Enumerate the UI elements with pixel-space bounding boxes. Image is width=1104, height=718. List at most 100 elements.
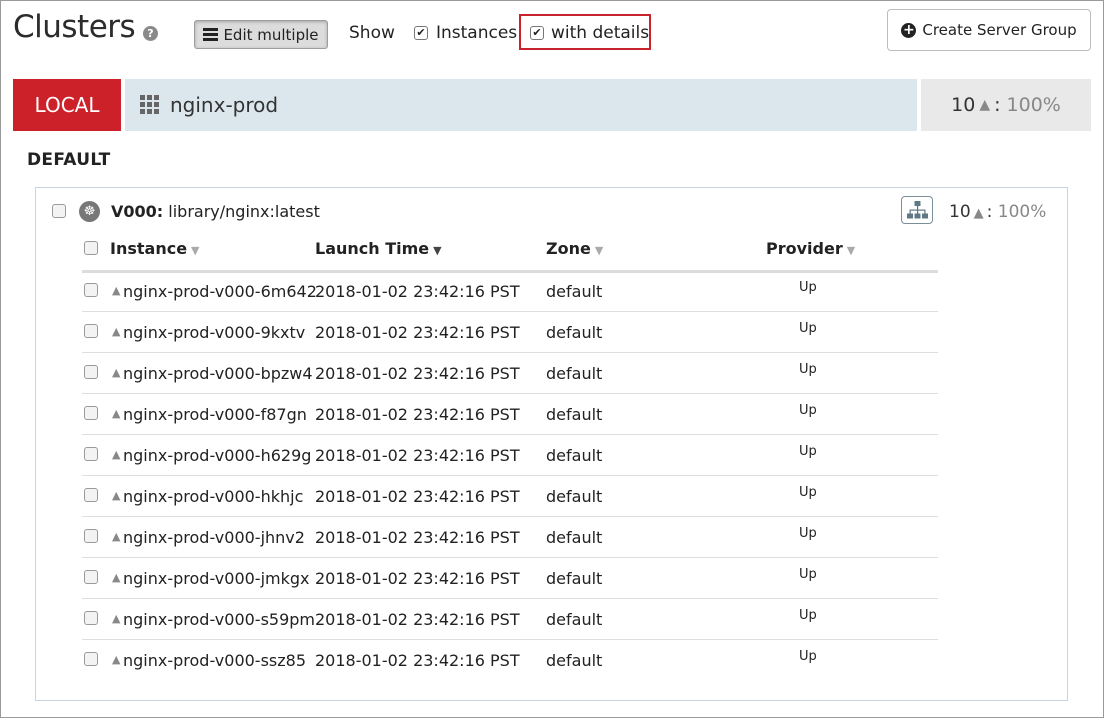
sort-icon: ▼: [433, 244, 442, 257]
up-triangle-icon: ▲: [112, 284, 121, 297]
row-checkbox[interactable]: [84, 488, 98, 502]
create-server-group-button[interactable]: + Create Server Group: [887, 9, 1091, 51]
table-row[interactable]: ▲ nginx-prod-v000-jhnv2 2018-01-02 23:42:1…: [82, 517, 938, 558]
launch-time: 2018-01-02 23:42:16 PST: [315, 446, 520, 465]
server-group-image: library/nginx:latest: [168, 202, 320, 221]
create-server-group-label: Create Server Group: [922, 21, 1077, 39]
column-zone[interactable]: Zone ▼: [546, 239, 603, 258]
up-triangle-icon: ▲: [112, 407, 121, 420]
instances-label: Instances: [436, 23, 518, 43]
row-checkbox[interactable]: [84, 529, 98, 543]
cluster-name: nginx-prod: [170, 93, 279, 117]
instances-table-header: Instance ▼ Launch Time ▼ Zone ▼ Provider ▼: [82, 236, 938, 273]
row-checkbox[interactable]: [84, 324, 98, 338]
row-checkbox[interactable]: [84, 447, 98, 461]
up-triangle-icon: ▲: [973, 206, 984, 221]
row-checkbox[interactable]: [84, 611, 98, 625]
instance-name[interactable]: nginx-prod-v000-jmkgx: [123, 569, 310, 588]
column-launch-time[interactable]: Launch Time ▼: [315, 239, 442, 258]
kubernetes-icon: ☸: [79, 201, 100, 222]
instance-name[interactable]: nginx-prod-v000-bpzw4: [123, 364, 313, 383]
provider-status: Up: [799, 362, 817, 377]
cluster-health[interactable]: 10 ▲ : 100%: [921, 79, 1091, 131]
row-checkbox[interactable]: [84, 406, 98, 420]
zone: default: [546, 446, 603, 465]
table-row[interactable]: ▲ nginx-prod-v000-s59pm 2018-01-02 23:42:1…: [82, 599, 938, 640]
instance-name[interactable]: nginx-prod-v000-jhnv2: [123, 528, 305, 547]
provider-status: Up: [799, 321, 817, 336]
zone: default: [546, 569, 603, 588]
region-label: DEFAULT: [27, 150, 111, 170]
up-triangle-icon: ▲: [112, 571, 121, 584]
table-row[interactable]: ▲ nginx-prod-v000-9kxtv 2018-01-02 23:42:1…: [82, 312, 938, 353]
load-balancer-icon[interactable]: [901, 196, 933, 224]
cluster-health-count: 10: [951, 94, 976, 116]
select-all-checkbox[interactable]: [84, 241, 98, 255]
edit-multiple-button[interactable]: Edit multiple: [194, 20, 328, 49]
sort-icon: ▼: [846, 244, 856, 257]
plus-circle-icon: +: [901, 21, 917, 38]
table-row[interactable]: ▲ nginx-prod-v000-f87gn 2018-01-02 23:42:1…: [82, 394, 938, 435]
launch-time: 2018-01-02 23:42:16 PST: [315, 610, 520, 629]
health-separator: :: [994, 94, 1007, 116]
row-checkbox[interactable]: [84, 652, 98, 666]
provider-status: Up: [799, 526, 817, 541]
zone: default: [546, 405, 603, 424]
launch-time: 2018-01-02 23:42:16 PST: [315, 282, 520, 301]
provider-status: Up: [799, 444, 817, 459]
with-details-checkbox[interactable]: ✔: [530, 26, 544, 40]
server-group-checkbox[interactable]: [52, 204, 66, 218]
column-provider[interactable]: Provider ▼: [766, 239, 855, 258]
instance-name[interactable]: nginx-prod-v000-f87gn: [123, 405, 307, 424]
table-row[interactable]: ▲ nginx-prod-v000-ssz85 2018-01-02 23:42:1…: [82, 640, 938, 680]
zone: default: [546, 282, 603, 301]
table-row[interactable]: ▲ nginx-prod-v000-h629g 2018-01-02 23:42:1…: [82, 435, 938, 476]
account-tag[interactable]: LOCAL: [13, 79, 121, 131]
provider-status: Up: [799, 485, 817, 500]
zone: default: [546, 364, 603, 383]
row-checkbox[interactable]: [84, 570, 98, 584]
sort-icon: ▼: [594, 244, 604, 257]
launch-time: 2018-01-02 23:42:16 PST: [315, 364, 520, 383]
launch-time: 2018-01-02 23:42:16 PST: [315, 405, 520, 424]
instance-name[interactable]: nginx-prod-v000-ssz85: [123, 651, 306, 670]
up-triangle-icon: ▲: [112, 489, 121, 502]
server-group-title[interactable]: V000: library/nginx:latest: [111, 202, 320, 221]
table-row[interactable]: ▲ nginx-prod-v000-jmkgx 2018-01-02 23:42:1…: [82, 558, 938, 599]
instances-checkbox[interactable]: ✔: [414, 26, 428, 40]
launch-time: 2018-01-02 23:42:16 PST: [315, 323, 520, 342]
provider-status: Up: [799, 403, 817, 418]
cluster-grid-icon: [140, 95, 160, 115]
provider-status: Up: [799, 280, 817, 295]
server-group-health-pct: 100%: [997, 202, 1047, 222]
instance-name[interactable]: nginx-prod-v000-hkhjc: [123, 487, 303, 506]
instance-name[interactable]: nginx-prod-v000-9kxtv: [123, 323, 305, 342]
health-separator: :: [986, 202, 998, 222]
zone: default: [546, 610, 603, 629]
sort-icon: ▼: [191, 244, 200, 257]
up-triangle-icon: ▲: [112, 448, 121, 461]
instance-name[interactable]: nginx-prod-v000-h629g: [123, 446, 311, 465]
table-row[interactable]: ▲ nginx-prod-v000-bpzw4 2018-01-02 23:42:1…: [82, 353, 938, 394]
edit-multiple-label: Edit multiple: [223, 25, 319, 44]
launch-time: 2018-01-02 23:42:16 PST: [315, 528, 520, 547]
column-instance[interactable]: Instance ▼: [110, 239, 200, 258]
up-triangle-icon: ▲: [112, 325, 121, 338]
zone: default: [546, 651, 603, 670]
row-checkbox[interactable]: [84, 365, 98, 379]
up-triangle-icon: ▲: [979, 97, 991, 113]
server-group-version: V000:: [111, 202, 164, 221]
cluster-header[interactable]: nginx-prod: [125, 79, 917, 131]
table-row[interactable]: ▲ nginx-prod-v000-6m642 2018-01-02 23:42:1…: [82, 271, 938, 312]
server-group-health-count: 10: [949, 202, 971, 222]
instance-name[interactable]: nginx-prod-v000-6m642: [123, 282, 317, 301]
help-icon[interactable]: ?: [143, 26, 158, 41]
row-checkbox[interactable]: [84, 283, 98, 297]
provider-status: Up: [799, 608, 817, 623]
table-row[interactable]: ▲ nginx-prod-v000-hkhjc 2018-01-02 23:42:1…: [82, 476, 938, 517]
with-details-label: with details: [551, 23, 650, 43]
up-triangle-icon: ▲: [112, 653, 121, 666]
launch-time: 2018-01-02 23:42:16 PST: [315, 487, 520, 506]
launch-time: 2018-01-02 23:42:16 PST: [315, 569, 520, 588]
instance-name[interactable]: nginx-prod-v000-s59pm: [123, 610, 315, 629]
